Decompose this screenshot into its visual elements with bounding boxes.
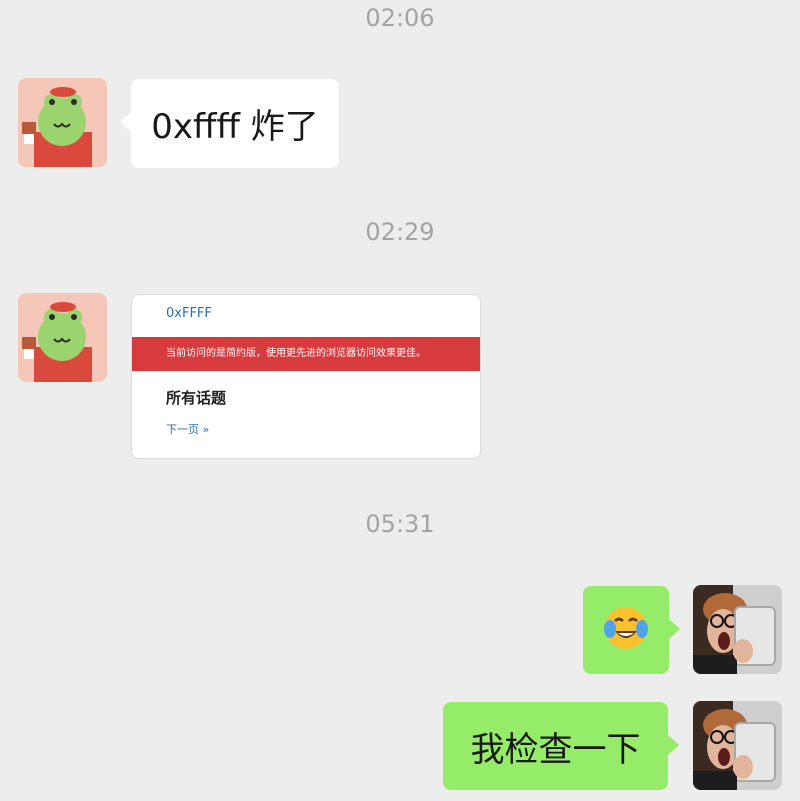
photo-avatar-icon[interactable] [693,701,782,790]
bubble-tail [668,618,680,640]
chat-window: 02:06 0xffff 炸了 02:29 0xFFFF 当前访问的是简约版，使… [0,0,800,801]
card-site-title: 0xFFFF [166,306,212,321]
bubble-tail [667,734,679,756]
message-text: 我检查一下 [470,729,641,770]
link-preview-card[interactable]: 0xFFFF 当前访问的是简约版，使用更先进的浏览器访问效果更佳。 所有话题 下… [131,294,481,459]
timestamp: 02:06 [365,4,435,32]
card-next-page-link[interactable]: 下一页 » [166,421,209,437]
frog-avatar-icon[interactable] [18,293,107,382]
frog-avatar-icon[interactable] [18,78,107,167]
bubble-tail [120,111,132,133]
timestamp: 05:31 [365,510,435,538]
card-heading: 所有话题 [166,389,227,407]
tears-of-joy-emoji-icon [603,605,649,655]
photo-avatar-icon[interactable] [693,585,782,674]
card-warning-banner: 当前访问的是简约版，使用更先进的浏览器访问效果更佳。 [132,337,480,371]
timestamp: 02:29 [365,218,435,246]
message-bubble[interactable]: 我检查一下 [443,702,679,790]
message-bubble[interactable] [583,586,680,674]
message-bubble[interactable]: 0xffff 炸了 [120,79,339,168]
message-text: 0xffff 炸了 [151,107,319,147]
